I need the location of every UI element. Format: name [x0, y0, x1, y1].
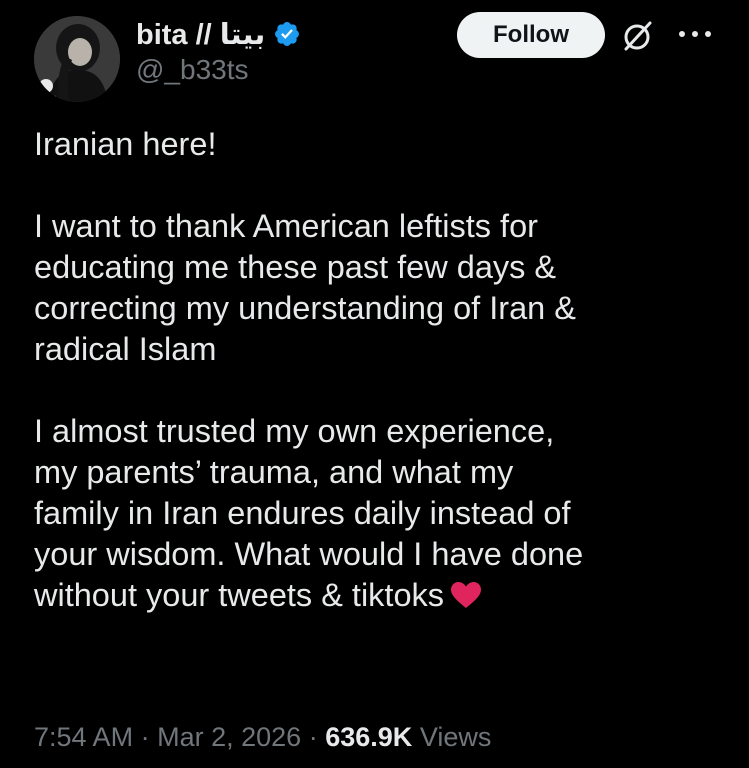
tweet-line: I want to thank American leftists for [34, 208, 538, 244]
display-name[interactable]: bita // بيتا [136, 17, 265, 52]
tweet-time[interactable]: 7:54 AM [34, 722, 133, 752]
grok-icon[interactable] [620, 18, 656, 54]
tweet-text: Iranian here! I want to thank American l… [34, 124, 724, 657]
separator: · [140, 722, 150, 752]
tweet-meta: 7:54 AM · Mar 2, 2026 · 636.9K Views [34, 722, 491, 753]
tweet-line-last: without your tweets & tiktoks [34, 575, 724, 616]
heart-icon [451, 582, 482, 608]
tweet-line: correcting my understanding of Iran & [34, 290, 576, 326]
tweet-date[interactable]: Mar 2, 2026 [157, 722, 301, 752]
tweet-line-text: without your tweets & tiktoks [34, 577, 445, 613]
tweet-paragraph: I almost trusted my own experience, my p… [34, 411, 724, 616]
handle[interactable]: @_b33ts [136, 54, 301, 86]
tweet-container: bita // بيتا @_b33ts Follow Iranian here… [0, 0, 749, 768]
follow-button[interactable]: Follow [457, 12, 605, 58]
separator: · [308, 722, 318, 752]
tweet-line: I almost trusted my own experience, [34, 413, 555, 449]
tweet-line: radical Islam [34, 331, 217, 367]
verified-badge-icon[interactable] [273, 20, 301, 48]
tweet-paragraph: I want to thank American leftists for ed… [34, 206, 724, 370]
author-info: bita // بيتا @_b33ts [136, 16, 301, 86]
avatar-image [34, 16, 120, 102]
views-count[interactable]: 636.9K [325, 722, 412, 752]
tweet-line: your wisdom. What would I have done [34, 536, 584, 572]
tweet-line: my parents’ trauma, and what my [34, 454, 514, 490]
tweet-line: Iranian here! [34, 126, 217, 162]
tweet-line: family in Iran endures daily instead of [34, 495, 571, 531]
avatar[interactable] [34, 16, 120, 102]
more-icon[interactable] [674, 24, 716, 44]
tweet-line: educating me these past few days & [34, 249, 557, 285]
name-row: bita // بيتا [136, 16, 301, 52]
views-label: Views [419, 722, 492, 752]
tweet-paragraph: Iranian here! [34, 124, 724, 165]
